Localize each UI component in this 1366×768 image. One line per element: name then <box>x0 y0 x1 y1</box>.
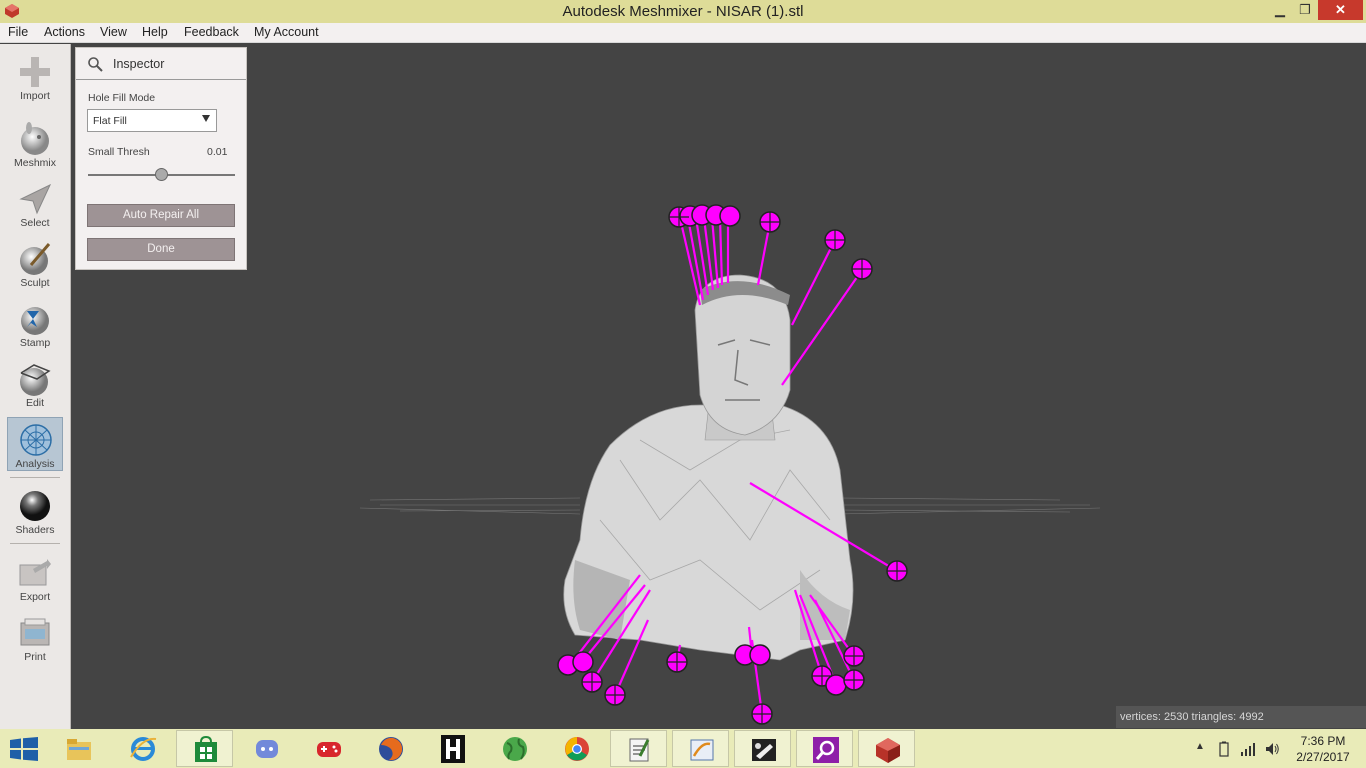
tool-shaders[interactable]: Shaders <box>7 484 63 538</box>
menu-actions[interactable]: Actions <box>44 25 85 39</box>
store-icon <box>195 736 217 762</box>
tool-label: Stamp <box>19 337 51 349</box>
tool-stamp[interactable]: Stamp <box>7 297 63 351</box>
tool-label: Print <box>24 651 46 663</box>
brush-sphere-icon <box>20 243 51 275</box>
menu-help[interactable]: Help <box>142 25 168 39</box>
minimize-button[interactable]: ▁ <box>1266 0 1294 20</box>
presentation-icon <box>690 739 714 761</box>
tool-label: Export <box>19 591 51 603</box>
tool-label: Analysis <box>15 458 55 470</box>
taskbar-discord[interactable] <box>238 730 295 767</box>
search-app-icon <box>813 737 839 763</box>
inspector-panel: Inspector Hole Fill Mode Flat Fill Small… <box>75 47 247 270</box>
hole-fill-mode-select[interactable]: Flat Fill <box>87 109 217 132</box>
tool-select[interactable]: Select <box>7 177 63 231</box>
export-icon <box>19 559 51 586</box>
close-button[interactable]: ✕ <box>1318 0 1363 20</box>
analysis-sphere-icon <box>20 424 52 456</box>
tool-label: Select <box>20 217 50 229</box>
clock-time[interactable]: 7:36 PM <box>1293 734 1353 748</box>
file-explorer-icon <box>67 739 91 760</box>
mesh-scene[interactable] <box>71 44 1366 729</box>
inspector-title: Inspector <box>113 57 165 71</box>
chrome-icon <box>565 737 589 761</box>
plus-icon <box>20 57 50 87</box>
toolbar-divider <box>10 477 60 478</box>
tool-label: Sculpt <box>20 277 50 289</box>
viewport-3d[interactable] <box>71 44 1366 729</box>
firefox-icon <box>379 737 403 761</box>
menu-my-account[interactable]: My Account <box>254 25 319 39</box>
printer-icon <box>20 618 50 646</box>
taskbar-game[interactable] <box>300 730 357 767</box>
taskbar-internet-explorer[interactable] <box>114 730 171 767</box>
taskbar-chrome[interactable] <box>548 730 605 767</box>
hole-fill-mode-value: Flat Fill <box>93 115 127 127</box>
taskbar: ▲ 7:36 PM 2/27/2017 <box>0 729 1366 768</box>
tool-edit[interactable]: Edit <box>7 357 63 411</box>
taskbar-presentation[interactable] <box>672 730 729 767</box>
chevron-down-icon <box>202 115 210 122</box>
meshmixer-icon <box>876 738 900 763</box>
taskbar-meshmixer[interactable] <box>858 730 915 767</box>
edit-sphere-icon <box>20 364 51 396</box>
magnifier-icon <box>88 57 103 72</box>
menu-feedback[interactable]: Feedback <box>184 25 239 39</box>
battery-icon[interactable] <box>1216 741 1232 757</box>
taskbar-paint[interactable] <box>734 730 791 767</box>
inspector-header: Inspector <box>76 48 246 80</box>
clock-date[interactable]: 2/27/2017 <box>1293 750 1353 764</box>
taskbar-notepad[interactable] <box>610 730 667 767</box>
tool-label: Shaders <box>15 524 55 536</box>
menu-file[interactable]: File <box>8 25 28 39</box>
maximize-button[interactable]: ❐ <box>1291 0 1319 20</box>
done-button[interactable]: Done <box>87 238 235 261</box>
h-app-icon <box>441 735 465 763</box>
notepad-icon <box>629 738 650 762</box>
taskbar-h-app[interactable] <box>424 730 481 767</box>
tool-label: Meshmix <box>13 157 56 169</box>
bunny-icon <box>21 122 49 155</box>
window-title: Autodesk Meshmixer - NISAR (1).stl <box>562 3 804 20</box>
mesh-stats: vertices: 2530 triangles: 4992 <box>1116 706 1366 728</box>
tray-overflow-icon[interactable]: ▲ <box>1195 741 1205 752</box>
menu-bar: File Actions View Help Feedback My Accou… <box>0 23 1366 43</box>
taskbar-search-app[interactable] <box>796 730 853 767</box>
small-thresh-value: 0.01 <box>207 146 228 158</box>
taskbar-file-explorer[interactable] <box>50 730 107 767</box>
tool-import[interactable]: Import <box>7 50 63 104</box>
tool-label: Edit <box>25 397 45 409</box>
volume-icon[interactable] <box>1264 741 1280 757</box>
title-bar: Autodesk Meshmixer - NISAR (1).stl ▁ ❐ ✕ <box>0 0 1366 23</box>
internet-explorer-icon <box>130 737 157 761</box>
stamp-sphere-icon <box>21 307 49 335</box>
tool-label: Import <box>20 90 50 102</box>
taskbar-globe[interactable] <box>486 730 543 767</box>
paint-icon <box>752 739 776 761</box>
menu-view[interactable]: View <box>100 25 127 39</box>
globe-icon <box>503 737 527 761</box>
discord-icon <box>256 740 278 758</box>
left-toolbar: Import Meshmix Select Sculpt Stamp Edit … <box>0 44 71 729</box>
taskbar-firefox[interactable] <box>362 730 419 767</box>
toolbar-divider <box>10 543 60 544</box>
tool-print[interactable]: Print <box>7 611 63 665</box>
game-controller-icon <box>317 742 341 757</box>
arrow-cursor-icon <box>19 183 52 215</box>
tool-sculpt[interactable]: Sculpt <box>7 237 63 291</box>
small-thresh-label: Small Thresh <box>88 146 150 158</box>
tool-export[interactable]: Export <box>7 551 63 605</box>
tool-meshmix[interactable]: Meshmix <box>7 117 63 171</box>
small-thresh-slider-handle[interactable] <box>155 168 168 181</box>
hole-fill-mode-label: Hole Fill Mode <box>88 92 156 104</box>
tool-analysis[interactable]: Analysis <box>7 417 63 471</box>
taskbar-store[interactable] <box>176 730 233 767</box>
auto-repair-all-button[interactable]: Auto Repair All <box>87 204 235 227</box>
shader-sphere-icon <box>20 491 50 521</box>
network-icon[interactable] <box>1240 741 1256 757</box>
windows-start-icon[interactable] <box>10 737 38 761</box>
